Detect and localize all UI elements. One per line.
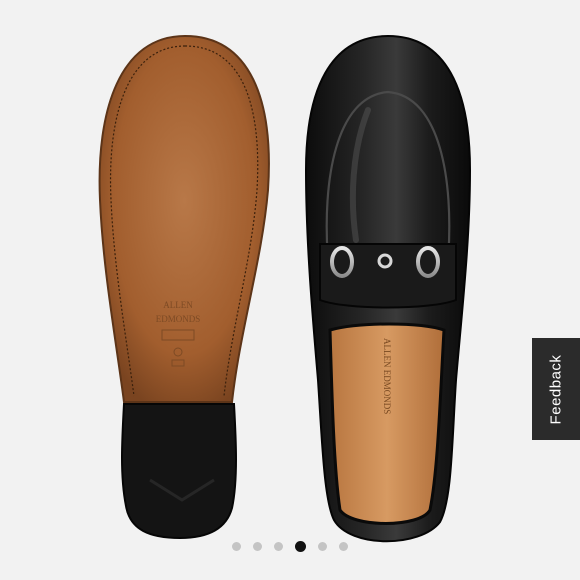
shoe-sole-view: ALLEN EDMONDS [98,34,270,540]
feedback-button[interactable]: Feedback [532,338,580,440]
carousel-dot[interactable] [274,542,283,551]
carousel-dot-active[interactable] [295,541,306,552]
leather-sole [98,34,270,403]
feedback-label: Feedback [547,354,565,424]
shoe-top-view: ALLEN EDMONDS [304,34,472,543]
carousel-dot[interactable] [318,542,327,551]
carousel-dot[interactable] [339,542,348,551]
rubber-heel [121,403,237,540]
carousel-dot[interactable] [232,542,241,551]
carousel-dot[interactable] [253,542,262,551]
product-image: ALLEN EDMONDS ALLEN EDMONDS [98,34,472,543]
sole-stamp-line-2: EDMONDS [156,314,201,324]
carousel-pagination [0,541,580,552]
sole-stamp-line-1: ALLEN [163,300,193,310]
product-image-viewer: ALLEN EDMONDS ALLEN EDMONDS Feedback [0,0,580,580]
insole-brand-stamp: ALLEN EDMONDS [382,338,392,414]
